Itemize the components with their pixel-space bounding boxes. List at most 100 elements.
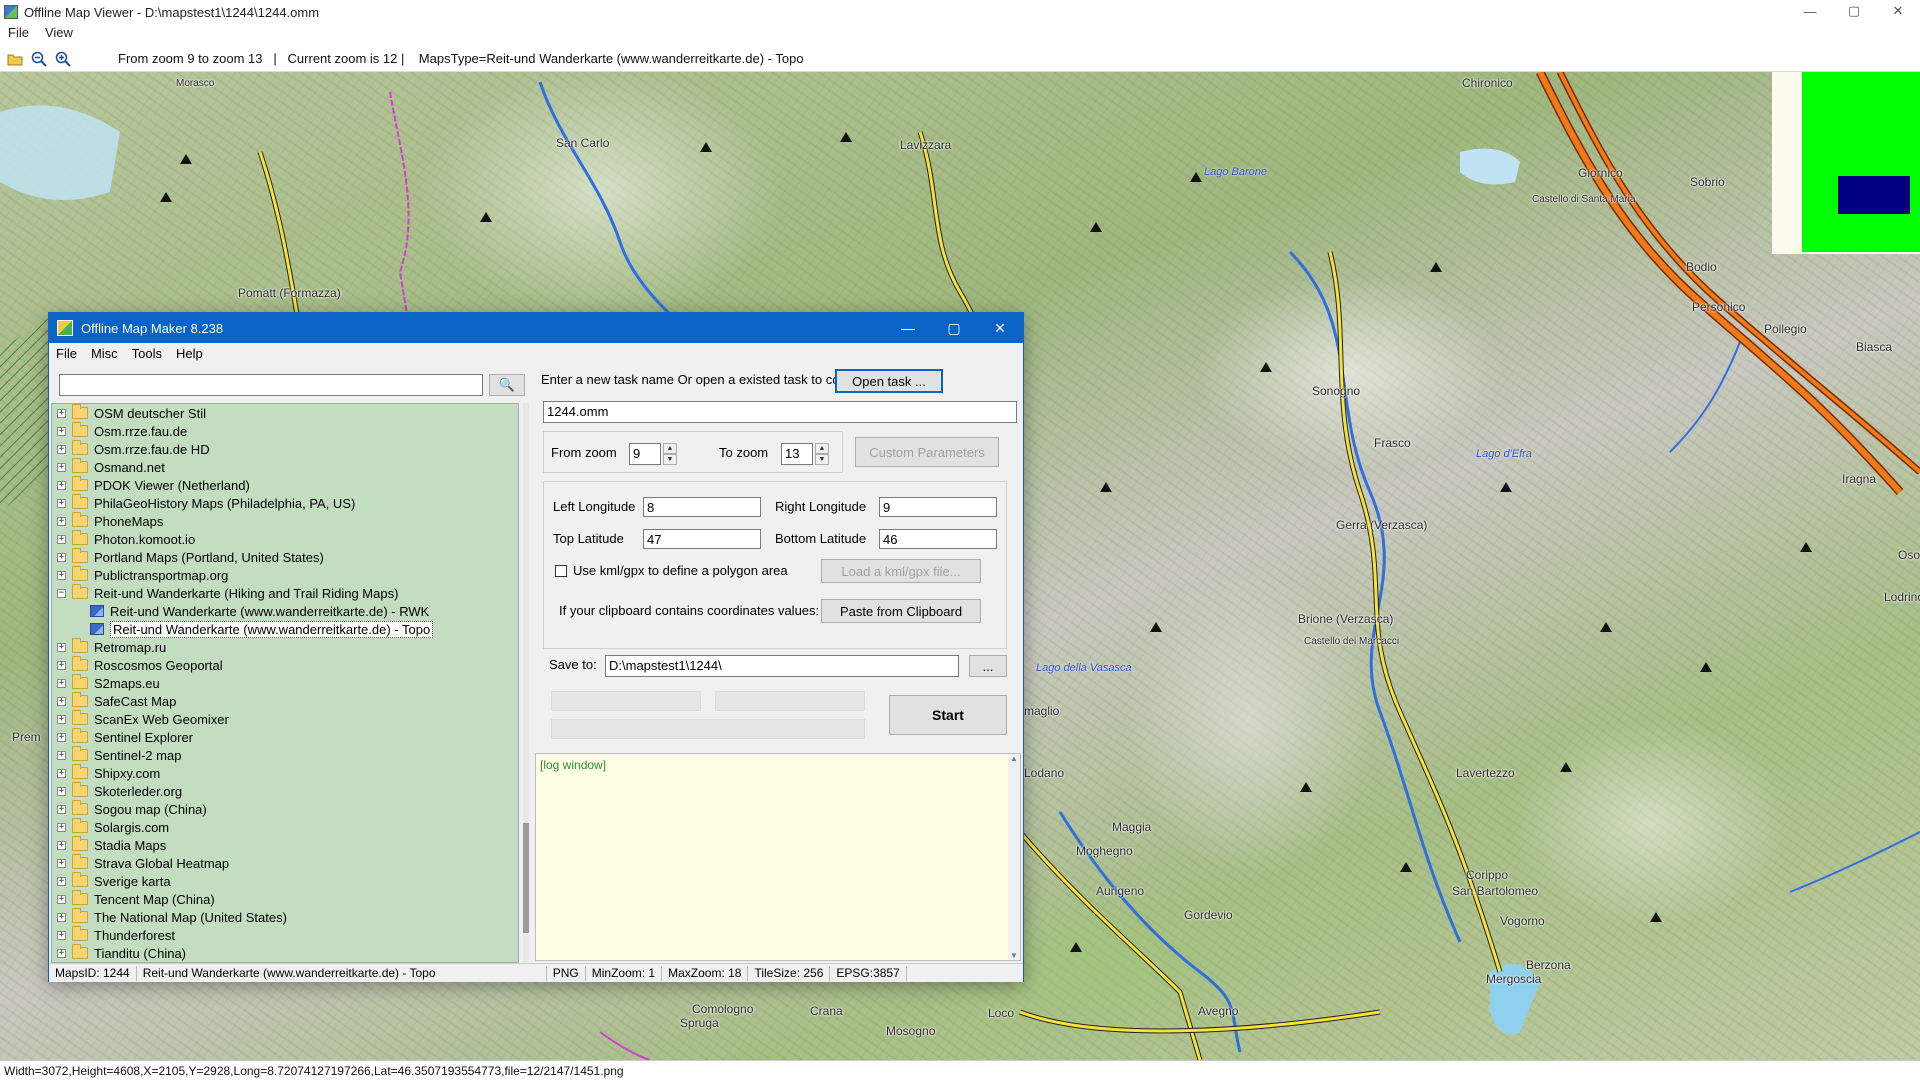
paste-from-clipboard-button[interactable]: Paste from Clipboard: [821, 599, 981, 623]
tree-scrollbar-thumb[interactable]: [523, 823, 529, 933]
start-button[interactable]: Start: [889, 695, 1007, 735]
scroll-up-icon[interactable]: ▲: [1010, 754, 1018, 763]
menu-view[interactable]: View: [37, 25, 81, 40]
expand-icon[interactable]: +: [57, 498, 66, 508]
tree-folder-item[interactable]: + OSM deutscher Stil: [52, 404, 518, 422]
top-latitude-field[interactable]: 47: [643, 529, 761, 549]
custom-parameters-button[interactable]: Custom Parameters: [855, 437, 999, 467]
expand-icon[interactable]: +: [57, 894, 66, 904]
tree-folder-item[interactable]: + Thunderforest: [52, 926, 518, 944]
search-button[interactable]: 🔍: [489, 374, 525, 396]
map-search-input[interactable]: [59, 374, 483, 396]
maximize-button[interactable]: ▢: [1832, 0, 1876, 22]
tree-folder-item[interactable]: + Osmand.net: [52, 458, 518, 476]
dialog-close-button[interactable]: ✕: [977, 313, 1023, 343]
right-longitude-field[interactable]: 9: [879, 497, 997, 517]
up-arrow-icon[interactable]: ▲: [663, 443, 677, 454]
expand-icon[interactable]: +: [57, 408, 66, 418]
tree-folder-item[interactable]: + Sentinel-2 map: [52, 746, 518, 764]
kml-polygon-checkbox[interactable]: [555, 565, 567, 577]
tree-folder-item[interactable]: + Retromap.ru: [52, 638, 518, 656]
tree-folder-item[interactable]: + Sverige karta: [52, 872, 518, 890]
tree-folder-item[interactable]: + The National Map (United States): [52, 908, 518, 926]
tree-map-item[interactable]: Reit-und Wanderkarte (www.wanderreitkart…: [52, 620, 518, 638]
to-zoom-spinner[interactable]: 13: [781, 443, 813, 465]
expand-icon[interactable]: +: [57, 930, 66, 940]
tree-folder-item[interactable]: + Sentinel Explorer: [52, 728, 518, 746]
overview-minimap[interactable]: [1772, 72, 1920, 254]
dialog-minimize-button[interactable]: —: [885, 313, 931, 343]
menu-file[interactable]: File: [0, 25, 37, 40]
browse-button[interactable]: ...: [969, 655, 1007, 677]
zoom-in-icon[interactable]: [54, 50, 72, 68]
collapse-icon[interactable]: −: [57, 588, 66, 598]
menu-misc[interactable]: Misc: [84, 346, 125, 361]
tree-folder-item[interactable]: + PDOK Viewer (Netherland): [52, 476, 518, 494]
expand-icon[interactable]: +: [57, 462, 66, 472]
expand-icon[interactable]: +: [57, 750, 66, 760]
tree-folder-item[interactable]: + PhilaGeoHistory Maps (Philadelphia, PA,…: [52, 494, 518, 512]
task-name-field[interactable]: 1244.omm: [543, 401, 1017, 423]
tree-folder-item[interactable]: + S2maps.eu: [52, 674, 518, 692]
tree-folder-item[interactable]: + Publictransportmap.org: [52, 566, 518, 584]
left-longitude-field[interactable]: 8: [643, 497, 761, 517]
scroll-down-icon[interactable]: ▼: [1010, 951, 1018, 960]
zoom-out-icon[interactable]: [30, 50, 48, 68]
tree-scrollbar[interactable]: [523, 403, 529, 963]
close-button[interactable]: ✕: [1876, 0, 1920, 22]
expand-icon[interactable]: +: [57, 840, 66, 850]
from-zoom-arrows[interactable]: ▲ ▼: [663, 443, 677, 465]
tree-folder-item[interactable]: + Photon.komoot.io: [52, 530, 518, 548]
tree-folder-item[interactable]: + PhoneMaps: [52, 512, 518, 530]
expand-icon[interactable]: +: [57, 552, 66, 562]
load-kml-button[interactable]: Load a kml/gpx file...: [821, 559, 981, 583]
expand-icon[interactable]: +: [57, 696, 66, 706]
expand-icon[interactable]: +: [57, 768, 66, 778]
tree-folder-item[interactable]: + Tianditu (China): [52, 944, 518, 962]
expand-icon[interactable]: +: [57, 912, 66, 922]
expand-icon[interactable]: +: [57, 660, 66, 670]
expand-icon[interactable]: +: [57, 714, 66, 724]
expand-icon[interactable]: +: [57, 732, 66, 742]
dialog-maximize-button[interactable]: ▢: [931, 313, 977, 343]
expand-icon[interactable]: +: [57, 516, 66, 526]
expand-icon[interactable]: +: [57, 858, 66, 868]
tree-folder-item[interactable]: − Reit-und Wanderkarte (Hiking and Trail …: [52, 584, 518, 602]
expand-icon[interactable]: +: [57, 534, 66, 544]
expand-icon[interactable]: +: [57, 444, 66, 454]
expand-icon[interactable]: +: [57, 876, 66, 886]
expand-icon[interactable]: +: [57, 480, 66, 490]
from-zoom-spinner[interactable]: 9: [629, 443, 661, 465]
expand-icon[interactable]: +: [57, 642, 66, 652]
tree-folder-item[interactable]: + Roscosmos Geoportal: [52, 656, 518, 674]
overview-viewport[interactable]: [1838, 176, 1910, 214]
tree-map-item[interactable]: Reit-und Wanderkarte (www.wanderreitkart…: [52, 602, 518, 620]
expand-icon[interactable]: +: [57, 570, 66, 580]
open-folder-icon[interactable]: [6, 50, 24, 68]
map-source-tree[interactable]: + OSM deutscher Stil + Osm.rrze.fau.de + Osm.…: [51, 403, 519, 963]
expand-icon[interactable]: +: [57, 948, 66, 958]
to-zoom-arrows[interactable]: ▲ ▼: [815, 443, 829, 465]
down-arrow-icon[interactable]: ▼: [663, 454, 677, 465]
menu-tools[interactable]: Tools: [125, 346, 169, 361]
log-window[interactable]: [log window] ▲ ▼: [535, 753, 1021, 961]
tree-folder-item[interactable]: + Sogou map (China): [52, 800, 518, 818]
expand-icon[interactable]: +: [57, 786, 66, 796]
tree-folder-item[interactable]: + Strava Global Heatmap: [52, 854, 518, 872]
down-arrow-icon[interactable]: ▼: [815, 454, 829, 465]
tree-folder-item[interactable]: + Tencent Map (China): [52, 890, 518, 908]
tree-folder-item[interactable]: + SafeCast Map: [52, 692, 518, 710]
expand-icon[interactable]: +: [57, 678, 66, 688]
tree-folder-item[interactable]: + Portland Maps (Portland, United States): [52, 548, 518, 566]
tree-folder-item[interactable]: + ScanEx Web Geomixer: [52, 710, 518, 728]
expand-icon[interactable]: +: [57, 804, 66, 814]
menu-file[interactable]: File: [49, 346, 84, 361]
expand-icon[interactable]: +: [57, 822, 66, 832]
tree-folder-item[interactable]: + Skoterleder.org: [52, 782, 518, 800]
tree-folder-item[interactable]: + Osm.rrze.fau.de: [52, 422, 518, 440]
tree-folder-item[interactable]: + Solargis.com: [52, 818, 518, 836]
expand-icon[interactable]: +: [57, 426, 66, 436]
bottom-latitude-field[interactable]: 46: [879, 529, 997, 549]
tree-folder-item[interactable]: + Stadia Maps: [52, 836, 518, 854]
tree-folder-item[interactable]: + Shipxy.com: [52, 764, 518, 782]
